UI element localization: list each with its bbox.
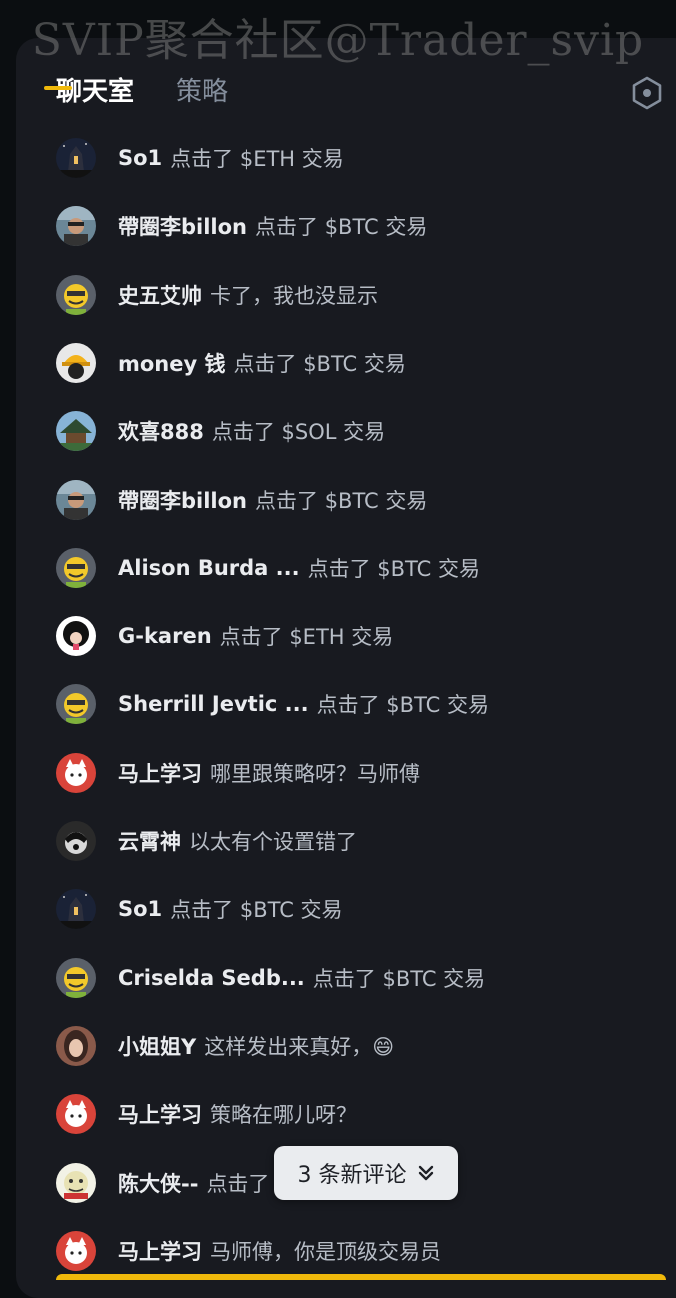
avatar[interactable] (56, 1163, 96, 1203)
avatar[interactable] (56, 821, 96, 861)
message-text: 点击了 $BTC 交易 (255, 215, 428, 239)
avatar[interactable] (56, 1094, 96, 1134)
message-text: 点击了 $BTC 交易 (316, 693, 490, 717)
chat-message: 史五艾帅 卡了，我也没显示 (56, 273, 378, 317)
avatar[interactable] (56, 1026, 96, 1066)
chat-panel: 聊天室 策略 So1 点击了 $ETH 交易 帶圈李billon 点击了 $BTC 交… (16, 38, 676, 1298)
chat-message: Sherrill Jevtic ... 点击了 $BTC 交易 (56, 682, 489, 726)
avatar[interactable] (56, 206, 96, 246)
avatar[interactable] (56, 411, 96, 451)
message-username[interactable]: Sherrill Jevtic ... (118, 692, 309, 716)
avatar[interactable] (56, 753, 96, 793)
chat-message: money 钱点击了 $BTC 交易 (56, 341, 406, 385)
chat-message: Criselda Sedb... 点击了 $BTC 交易 (56, 956, 485, 1000)
message-username[interactable]: So1 (118, 897, 162, 921)
chat-message: 马上学习 策略在哪儿呀？ (56, 1092, 357, 1136)
tab-chatroom[interactable]: 聊天室 (56, 74, 134, 110)
message-username[interactable]: 欢喜888 (118, 416, 204, 446)
input-bar-edge (56, 1274, 666, 1280)
message-username[interactable]: 马上学习 (118, 758, 202, 788)
avatar[interactable] (56, 684, 96, 724)
message-username[interactable]: 帶圈李billon (118, 211, 247, 241)
message-text: 点击了 $ETH 交易 (219, 625, 394, 649)
new-comments-label: 3 条新评论 (297, 1163, 407, 1188)
message-username[interactable]: 云霄神 (118, 826, 181, 856)
avatar[interactable] (56, 548, 96, 588)
chat-message: So1 点击了 $ETH 交易 (56, 136, 344, 180)
message-text: 点击了 $BTC 交易 (307, 557, 480, 581)
message-text: 马师傅，你是顶级交易员 (210, 1240, 441, 1264)
message-username[interactable]: 马上学习 (118, 1099, 202, 1129)
chat-message: 帶圈李billon 点击了 $BTC 交易 (56, 478, 427, 522)
message-username[interactable]: 小姐姐Y (118, 1031, 196, 1061)
chat-message: 马上学习 马师傅，你是顶级交易员 (56, 1229, 441, 1273)
hexagon-settings-icon[interactable] (630, 76, 664, 110)
message-text: 策略在哪儿呀？ (210, 1103, 357, 1127)
message-username[interactable]: G-karen (118, 624, 212, 648)
avatar[interactable] (56, 958, 96, 998)
avatar[interactable] (56, 480, 96, 520)
chevron-double-down-icon (418, 1165, 433, 1181)
message-username[interactable]: 帶圈李billon (118, 485, 247, 515)
message-text: 卡了，我也没显示 (210, 284, 378, 308)
message-username[interactable]: money 钱 (118, 348, 226, 378)
message-username[interactable]: So1 (118, 146, 162, 170)
message-username[interactable]: 马上学习 (118, 1236, 202, 1266)
message-username[interactable]: 史五艾帅 (118, 280, 202, 310)
active-tab-indicator (44, 86, 72, 90)
avatar[interactable] (56, 275, 96, 315)
tab-strategy[interactable]: 策略 (176, 74, 228, 110)
tab-bar: 聊天室 策略 (56, 74, 228, 110)
message-text: 哪里跟策略呀？马师傅 (210, 762, 420, 786)
message-text: 这样发出来真好，😄 (204, 1035, 395, 1059)
avatar[interactable] (56, 343, 96, 383)
chat-message: 小姐姐Y 这样发出来真好，😄 (56, 1024, 394, 1068)
avatar[interactable] (56, 138, 96, 178)
chat-message: So1 点击了 $BTC 交易 (56, 887, 343, 931)
message-text: 点击了 $BTC 交易 (255, 489, 428, 513)
message-username[interactable]: Criselda Sedb... (118, 966, 305, 990)
chat-message: 帶圈李billon 点击了 $BTC 交易 (56, 204, 427, 248)
chat-message: G-karen 点击了 $ETH 交易 (56, 614, 393, 658)
message-username[interactable]: 陈大侠-- (118, 1168, 198, 1198)
chat-message: 云霄神 以太有个设置错了 (56, 819, 357, 863)
avatar[interactable] (56, 616, 96, 656)
message-username[interactable]: Alison Burda ... (118, 556, 300, 580)
message-text: 点击了 $BTC 交易 (233, 352, 406, 376)
chat-message: Alison Burda ... 点击了 $BTC 交易 (56, 546, 480, 590)
chat-message: 欢喜888 点击了 $SOL 交易 (56, 409, 385, 453)
avatar[interactable] (56, 889, 96, 929)
message-text: 以太有个设置错了 (189, 830, 357, 854)
message-text: 点击了 $BTC 交易 (170, 898, 343, 922)
message-text: 点击了 $SOL 交易 (211, 420, 386, 444)
chat-message: 马上学习 哪里跟策略呀？马师傅 (56, 751, 420, 795)
message-text: 点击了 $BTC 交易 (312, 967, 486, 991)
new-comments-button[interactable]: 3 条新评论 (274, 1146, 458, 1200)
avatar[interactable] (56, 1231, 96, 1271)
message-text: 点击了 $ETH 交易 (170, 147, 344, 171)
